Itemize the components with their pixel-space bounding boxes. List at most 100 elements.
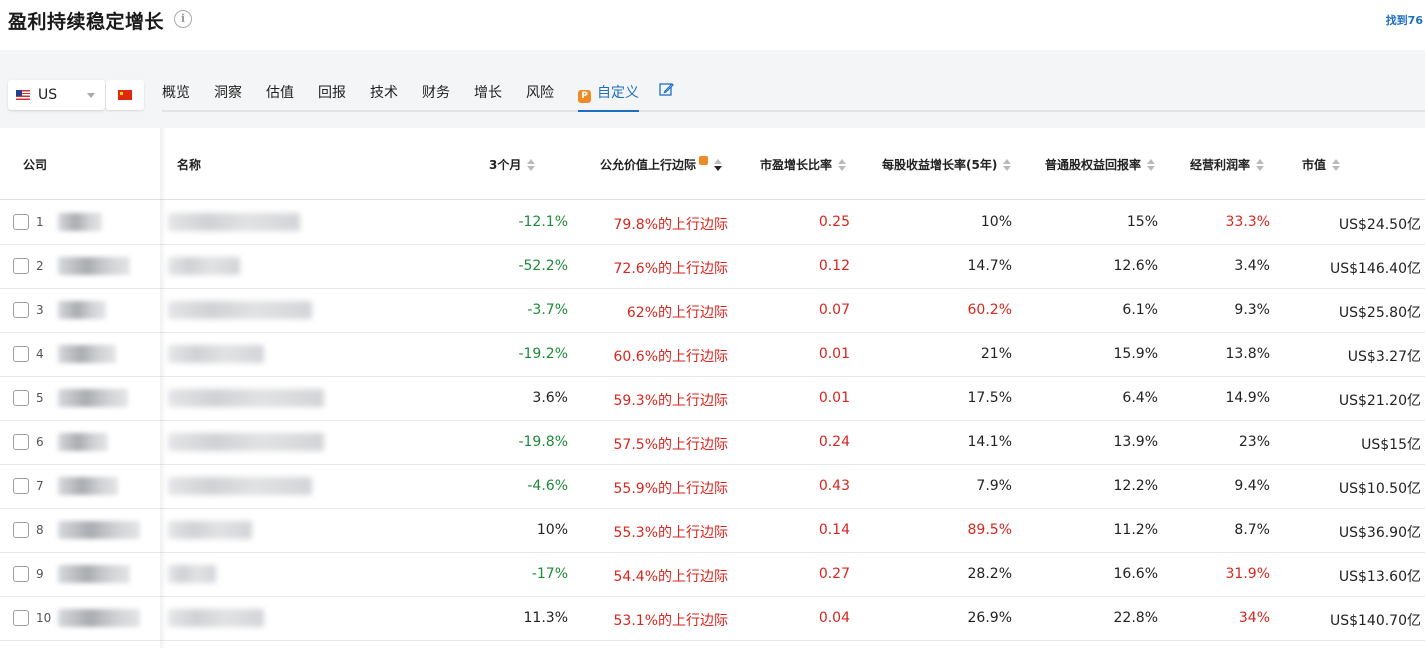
cell-eps: 60.2% — [967, 302, 1012, 318]
row-index: 6 — [36, 435, 44, 449]
row-index: 8 — [36, 523, 44, 537]
company-logo-redacted[interactable] — [58, 433, 108, 451]
row-checkbox[interactable] — [13, 434, 29, 450]
row-checkbox[interactable] — [13, 390, 29, 406]
cell-cap: US$15亿 — [1361, 437, 1421, 453]
cell-cap: US$36.90亿 — [1338, 525, 1421, 541]
company-name-redacted[interactable] — [168, 477, 312, 495]
company-logo-redacted[interactable] — [58, 389, 128, 407]
info-icon[interactable]: i — [174, 10, 192, 28]
company-logo-redacted[interactable] — [58, 477, 118, 495]
row-index: 4 — [36, 347, 44, 361]
company-name-redacted[interactable] — [168, 565, 216, 583]
row-checkbox[interactable] — [13, 566, 29, 582]
cell-peg: 0.27 — [818, 566, 850, 582]
china-market-button[interactable] — [106, 80, 144, 110]
table-row[interactable]: 9 -17% 54.4%的上行边际 0.27 28.2% 16.6% 31.9% US$13.… — [0, 553, 1425, 597]
row-checkbox[interactable] — [13, 258, 29, 274]
cell-fv: 53.1%的上行边际 — [613, 613, 728, 629]
row-index: 9 — [36, 567, 44, 581]
company-logo-redacted[interactable] — [58, 301, 106, 319]
cell-peg: 0.14 — [818, 522, 850, 538]
edit-icon[interactable] — [659, 70, 675, 112]
col-roe[interactable]: 普通股权益回报率 — [1045, 156, 1156, 173]
sort-icon[interactable] — [838, 159, 847, 171]
col-fair-value[interactable]: 公允价值上行边际 — [600, 156, 723, 173]
table-row[interactable]: 3 -3.7% 62%的上行边际 0.07 60.2% 6.1% 9.3% US$25.80亿 — [0, 289, 1425, 333]
col-peg[interactable]: 市盈增长比率 — [760, 156, 847, 173]
tab-custom[interactable]: P 自定义 — [578, 70, 639, 112]
sort-icon[interactable] — [1332, 159, 1341, 171]
row-checkbox[interactable] — [13, 522, 29, 538]
cell-eps: 28.2% — [967, 566, 1012, 582]
row-index: 3 — [36, 303, 44, 317]
tab-technical[interactable]: 技术 — [370, 70, 398, 112]
cell-opm: 34% — [1238, 610, 1270, 626]
cell-roe: 6.4% — [1122, 390, 1158, 406]
results-count[interactable]: 找到76 — [1386, 12, 1423, 28]
tab-insights[interactable]: 洞察 — [214, 70, 242, 112]
row-checkbox[interactable] — [13, 610, 29, 626]
row-checkbox[interactable] — [13, 302, 29, 318]
tab-financials[interactable]: 财务 — [422, 70, 450, 112]
tab-growth[interactable]: 增长 — [474, 70, 502, 112]
row-checkbox[interactable] — [13, 346, 29, 362]
table-row[interactable]: 1 -12.1% 79.8%的上行边际 0.25 10% 15% 33.3% US$24.50… — [0, 201, 1425, 245]
col-company: 公司 — [23, 158, 48, 172]
company-logo-redacted[interactable] — [58, 609, 140, 627]
market-select-value: US — [38, 87, 58, 103]
cell-m3: -17% — [531, 566, 568, 582]
tab-returns[interactable]: 回报 — [318, 70, 346, 112]
table-row[interactable]: 6 -19.8% 57.5%的上行边际 0.24 14.1% 13.9% 23% US$15亿 — [0, 421, 1425, 465]
table-row[interactable]: 7 -4.6% 55.9%的上行边际 0.43 7.9% 12.2% 9.4% US$10.5… — [0, 465, 1425, 509]
row-checkbox[interactable] — [13, 478, 29, 494]
company-name-redacted[interactable] — [168, 389, 324, 407]
company-logo-redacted[interactable] — [58, 521, 140, 539]
company-logo-redacted[interactable] — [58, 565, 130, 583]
sort-icon[interactable] — [1003, 159, 1012, 171]
row-checkbox[interactable] — [13, 214, 29, 230]
col-market-cap[interactable]: 市值 — [1302, 156, 1341, 173]
company-logo-redacted[interactable] — [58, 213, 102, 231]
cell-fv: 57.5%的上行边际 — [613, 437, 728, 453]
sort-desc-icon[interactable] — [714, 159, 723, 171]
cell-opm: 31.9% — [1225, 566, 1270, 582]
sort-icon[interactable] — [527, 159, 536, 171]
col-op-margin[interactable]: 经营利润率 — [1190, 156, 1265, 173]
table-header: 公司 名称 3个月 公允价值上行边际 市盈增长比率 每股收益增长率(5年) 普通… — [0, 128, 1425, 200]
company-name-redacted[interactable] — [168, 213, 300, 231]
cn-flag-icon — [118, 90, 132, 100]
company-name-redacted[interactable] — [168, 521, 252, 539]
company-logo-redacted[interactable] — [58, 257, 130, 275]
cell-opm: 14.9% — [1225, 390, 1270, 406]
table-row[interactable]: 2 -52.2% 72.6%的上行边际 0.12 14.7% 12.6% 3.4% US$14… — [0, 245, 1425, 289]
row-index: 10 — [36, 611, 52, 625]
sort-icon[interactable] — [1256, 159, 1265, 171]
tab-overview[interactable]: 概览 — [162, 70, 190, 112]
company-name-redacted[interactable] — [168, 301, 312, 319]
company-name-redacted[interactable] — [168, 609, 264, 627]
table-row[interactable]: 5 3.6% 59.3%的上行边际 0.01 17.5% 6.4% 14.9% US$21.2… — [0, 377, 1425, 421]
cell-fv: 60.6%的上行边际 — [613, 349, 728, 365]
company-name-redacted[interactable] — [168, 433, 324, 451]
frozen-column-shadow — [160, 128, 166, 648]
col-eps-growth[interactable]: 每股收益增长率(5年) — [882, 156, 1012, 173]
col-3month[interactable]: 3个月 — [489, 156, 536, 173]
row-index: 1 — [36, 215, 44, 229]
tab-valuation[interactable]: 估值 — [266, 70, 294, 112]
tab-risk[interactable]: 风险 — [526, 70, 554, 112]
cell-roe: 11.2% — [1113, 522, 1158, 538]
table-row[interactable]: 10 11.3% 53.1%的上行边际 0.04 26.9% 22.8% 34% US$140… — [0, 597, 1425, 641]
screener-table: 公司 名称 3个月 公允价值上行边际 市盈增长比率 每股收益增长率(5年) 普通… — [0, 128, 1425, 648]
company-logo-redacted[interactable] — [58, 345, 116, 363]
sort-icon[interactable] — [1147, 159, 1156, 171]
company-name-redacted[interactable] — [168, 345, 264, 363]
tab-custom-label: 自定义 — [597, 85, 639, 101]
table-row[interactable]: 8 10% 55.3%的上行边际 0.14 89.5% 11.2% 8.7% US$36.90… — [0, 509, 1425, 553]
table-row[interactable]: 4 -19.2% 60.6%的上行边际 0.01 21% 15.9% 13.8% US$3.2… — [0, 333, 1425, 377]
market-select[interactable]: US — [8, 80, 105, 110]
cell-roe: 6.1% — [1122, 302, 1158, 318]
premium-icon: P — [578, 90, 591, 103]
company-name-redacted[interactable] — [168, 257, 240, 275]
page-title: 盈利持续稳定增长 — [8, 11, 165, 33]
